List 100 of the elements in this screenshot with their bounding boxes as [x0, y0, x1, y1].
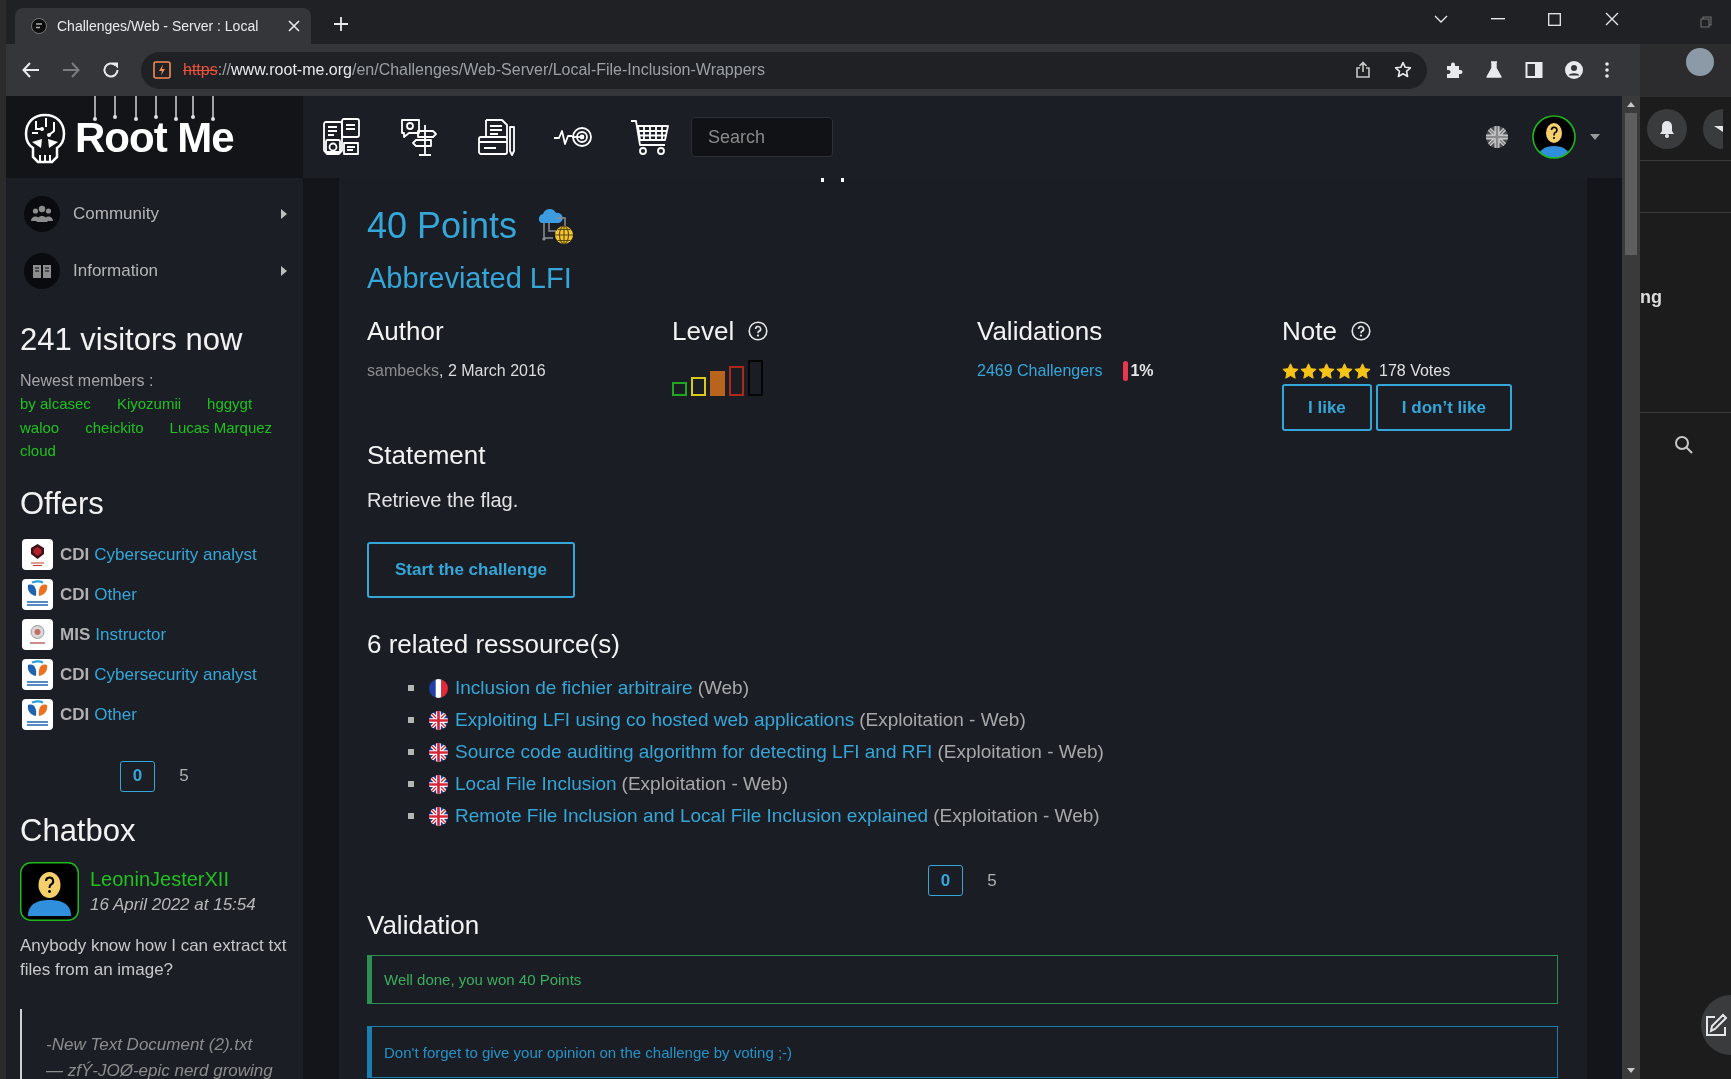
scrollbar[interactable] — [1622, 96, 1640, 1079]
documents-icon[interactable] — [322, 117, 362, 157]
resource-category: (Exploitation - Web) — [859, 709, 1026, 731]
star-icon — [1354, 362, 1371, 380]
site-icon — [31, 18, 47, 34]
restore-icon[interactable] — [1700, 16, 1712, 28]
window-text: ng — [1640, 286, 1662, 309]
section-heading: 6 related ressource(s) — [367, 628, 620, 660]
vote-button[interactable]: I like — [1282, 384, 1372, 431]
british-flag-icon[interactable] — [1486, 126, 1508, 148]
new-tab-icon[interactable] — [333, 16, 349, 32]
publish-date: , 2 March 2016 — [439, 362, 546, 380]
resource-category: (Exploitation - Web) — [937, 741, 1104, 763]
close-icon[interactable] — [1604, 12, 1619, 26]
members-label: Newest members : — [19, 371, 155, 391]
share-icon[interactable] — [1354, 61, 1372, 79]
scroll-up-icon[interactable] — [1627, 102, 1635, 107]
offers-heading: Offers — [19, 484, 105, 523]
star-icon — [1336, 362, 1353, 380]
search-icon[interactable] — [1674, 435, 1694, 455]
browser-tab[interactable]: Challenges/Web - Server : Local — [15, 8, 311, 44]
vote-button[interactable]: I don’t like — [1375, 384, 1512, 431]
help-icon[interactable] — [1350, 321, 1371, 341]
company-logo-icon[interactable] — [22, 579, 53, 610]
chat-message: Anybody know how I can extract txt files from an image? — [20, 934, 288, 981]
page-link[interactable]: 0 — [120, 760, 155, 792]
caret-right-icon — [281, 208, 287, 219]
member-link[interactable]: waloo — [20, 415, 60, 439]
bullet-icon — [408, 685, 414, 691]
bullet-icon — [408, 749, 414, 755]
avatar-icon[interactable] — [1532, 115, 1576, 159]
caret-down-icon[interactable] — [1590, 134, 1600, 140]
resource-category: (Exploitation - Web) — [933, 805, 1100, 827]
minimize-icon[interactable] — [1490, 18, 1505, 20]
caret-right-icon — [281, 265, 287, 276]
section-heading: Validation — [367, 909, 480, 941]
logo-text[interactable]: Root Me — [75, 116, 234, 160]
flask-icon[interactable] — [1485, 61, 1503, 79]
scroll-down-icon[interactable] — [1627, 1068, 1635, 1073]
maximize-icon[interactable] — [1548, 12, 1561, 26]
chat-date: 16 April 2022 at 15:54 — [90, 894, 256, 915]
sidebar-menu-item[interactable]: Community — [6, 185, 303, 242]
job-link[interactable]: Other — [94, 704, 137, 725]
company-logo-icon[interactable] — [22, 659, 53, 690]
job-link[interactable]: Cybersecurity analyst — [94, 544, 257, 565]
page-link[interactable]: 5 — [179, 766, 189, 786]
member-link[interactable]: cheickito — [85, 415, 144, 439]
column-heading: Level — [672, 315, 735, 347]
signpost-icon[interactable] — [399, 117, 439, 157]
chevron-down-icon[interactable] — [1433, 15, 1448, 23]
member-link[interactable]: by alcasec — [20, 392, 91, 416]
scrollbar-thumb[interactable] — [1625, 113, 1637, 255]
british-flag-icon — [429, 710, 448, 730]
address-field[interactable]: https://www.root-me.org/en/Challenges/Web-Server/Local-File-Inclusion-Wrappers — [141, 51, 1427, 89]
votes-count: 178 Votes — [1379, 362, 1451, 380]
cart-icon[interactable] — [630, 117, 670, 157]
resource-link[interactable]: Local File Inclusion — [455, 773, 617, 795]
puzzle-icon[interactable] — [1445, 61, 1463, 79]
resource-link[interactable]: Inclusion de fichier arbitraire — [455, 677, 693, 699]
side-panel-icon[interactable] — [1525, 61, 1543, 79]
profile-icon[interactable] — [1565, 61, 1583, 79]
url-text[interactable]: https://www.root-me.org/en/Challenges/Web-Server/Local-File-Inclusion-Wrappers — [183, 61, 765, 79]
contract-type: MIS — [60, 624, 91, 645]
sidebar-menu-item[interactable]: Information — [6, 242, 303, 299]
member-link[interactable]: hggygt — [207, 392, 253, 416]
book-icon — [24, 252, 60, 289]
back-icon[interactable] — [22, 61, 40, 79]
resource-category: (Exploitation - Web) — [621, 773, 789, 795]
member-link[interactable]: cloud — [20, 439, 56, 463]
avatar-icon[interactable] — [20, 861, 79, 921]
bell-button-icon[interactable] — [1647, 108, 1687, 149]
bookmark-star-icon[interactable] — [1394, 61, 1412, 79]
menu-icon[interactable] — [1605, 62, 1609, 78]
member-link[interactable]: Lucas Marquez — [169, 415, 273, 439]
column-heading: Validations — [977, 315, 1103, 347]
dropdown-button-icon[interactable] — [1703, 108, 1723, 149]
avatar-placeholder[interactable] — [1686, 48, 1714, 76]
company-logo-icon[interactable] — [22, 539, 53, 570]
page-link[interactable]: 0 — [928, 865, 963, 896]
document-pen-icon[interactable] — [476, 117, 516, 157]
reload-icon[interactable] — [102, 61, 120, 79]
member-link[interactable]: Kiyozumii — [116, 392, 182, 416]
tab-title: Challenges/Web - Server : Local — [57, 18, 260, 34]
search-field[interactable]: Search — [691, 117, 833, 157]
resource-category: (Web) — [697, 677, 749, 699]
close-icon[interactable] — [288, 20, 300, 32]
logo-panel[interactable]: Root Me — [6, 96, 303, 178]
company-logo-icon[interactable] — [22, 699, 53, 730]
challengers-link[interactable]: 2469 Challengers — [977, 362, 1103, 380]
resource-link[interactable]: Remote File Inclusion and Local File Inclusion explained — [455, 805, 929, 827]
job-link[interactable]: Other — [94, 584, 137, 605]
page-link[interactable]: 5 — [987, 870, 997, 891]
chat-author-link[interactable]: LeoninJesterXII — [90, 867, 256, 891]
start-challenge-button[interactable]: Start the challenge — [367, 542, 575, 598]
warning-icon[interactable] — [153, 61, 171, 79]
resource-link[interactable]: Exploiting LFI using co hosted web applications — [455, 709, 855, 731]
help-icon[interactable] — [748, 321, 769, 341]
job-link[interactable]: Cybersecurity analyst — [94, 664, 257, 685]
resource-link[interactable]: Source code auditing algorithm for detecting LFI and RFI — [455, 741, 933, 763]
job-link[interactable]: Instructor — [95, 624, 167, 645]
